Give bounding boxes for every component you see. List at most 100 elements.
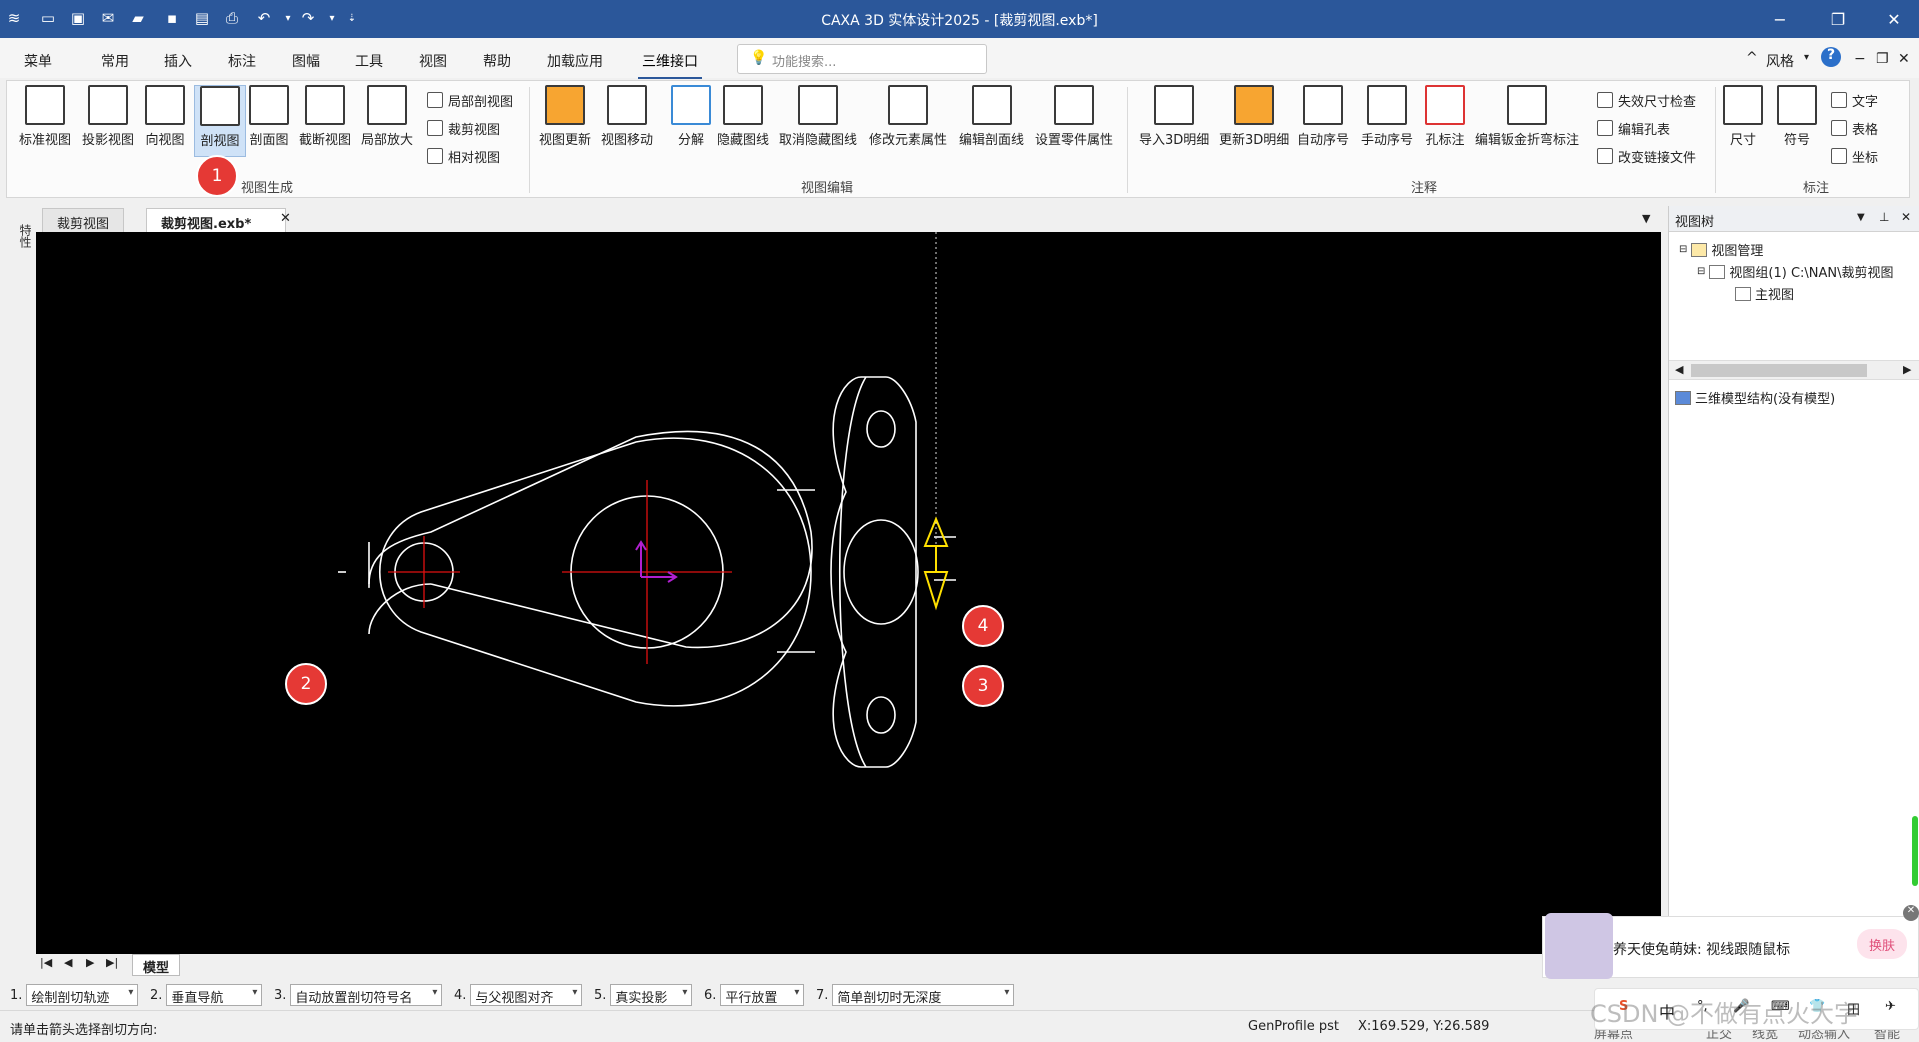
menu-item-common[interactable]: 常用 (101, 51, 129, 71)
collapse-ribbon-icon[interactable]: ^ (1746, 50, 1758, 66)
menu-item-view[interactable]: 视图 (419, 51, 447, 71)
scroll-left-icon[interactable]: ◀ (1675, 363, 1683, 376)
edit-hatch-button[interactable]: 编辑剖面线 (959, 85, 1024, 157)
tree-horizontal-scrollbar[interactable]: ◀ ▶ (1669, 360, 1919, 380)
detail-view-button[interactable]: 局部放大 (361, 85, 413, 157)
menu-item-help[interactable]: 帮助 (483, 51, 511, 71)
direction-view-button[interactable]: 向视图 (145, 85, 185, 157)
tab-crop-view[interactable]: 裁剪视图 (42, 208, 125, 232)
option-4[interactable]: 4. 与父视图对齐 (454, 984, 583, 1006)
coordinate-button[interactable]: 坐标 (1831, 145, 1878, 167)
doc-minimize-button[interactable]: − (1854, 51, 1866, 67)
relative-view-button[interactable]: 相对视图 (427, 145, 500, 167)
crop-view-button[interactable]: 裁剪视图 (427, 117, 500, 139)
hole-annotation-button[interactable]: 孔标注 (1425, 85, 1465, 157)
section-view-button[interactable]: 剖视图 (194, 85, 246, 157)
menu-item-3d-interface[interactable]: 三维接口 (638, 51, 702, 79)
maximize-button[interactable]: ❐ (1820, 6, 1856, 32)
option-1[interactable]: 1. 绘制剖切轨迹 (10, 984, 139, 1006)
relative-view-icon (427, 148, 443, 164)
import-3d-bom-button[interactable]: 导入3D明细 (1139, 85, 1209, 157)
hide-lines-button[interactable]: 隐藏图线 (717, 85, 769, 157)
properties-side-tab[interactable]: 特性 (8, 206, 34, 266)
feature-search-input[interactable]: 💡 功能搜索... (737, 44, 987, 74)
menu-item-sheet[interactable]: 图幅 (292, 51, 320, 71)
option-symbol-name-select[interactable]: 自动放置剖切符号名 (290, 984, 443, 1006)
option-projection-select[interactable]: 真实投影 (610, 984, 693, 1006)
tree-node-main-view[interactable]: 主视图 (1735, 284, 1794, 303)
explode-button[interactable]: 分解 (671, 85, 711, 157)
partial-section-view-button[interactable]: 局部剖视图 (427, 89, 513, 111)
tab-close-icon[interactable]: ✕ (280, 211, 291, 226)
tree-node-view-manager[interactable]: ⊟ 视图管理 (1679, 240, 1763, 259)
help-icon[interactable]: ? (1821, 47, 1841, 67)
close-button[interactable]: ✕ (1876, 6, 1912, 32)
next-layout-icon[interactable]: ▶ (86, 956, 94, 969)
menu-item-tools[interactable]: 工具 (355, 51, 383, 71)
projection-view-button[interactable]: 投影视图 (82, 85, 134, 157)
option-7[interactable]: 7. 简单剖切时无深度 (816, 984, 1015, 1006)
broken-view-button[interactable]: 截断视图 (299, 85, 351, 157)
option-2[interactable]: 2. 垂直导航 (150, 984, 263, 1006)
tab-list-dropdown-icon[interactable]: ▼ (1642, 212, 1650, 225)
option-navigation-select[interactable]: 垂直导航 (166, 984, 263, 1006)
doc-close-button[interactable]: ✕ (1898, 51, 1910, 67)
popup-close-icon[interactable]: ✕ (1903, 905, 1919, 921)
menu-item-insert[interactable]: 插入 (164, 51, 192, 71)
manual-balloon-button[interactable]: 手动序号 (1361, 85, 1413, 157)
hole-table-icon (1597, 120, 1613, 136)
change-link-file-button[interactable]: 改变链接文件 (1597, 145, 1696, 167)
style-menu[interactable]: 风格 (1766, 51, 1794, 71)
send-icon[interactable]: ✈ (1885, 999, 1896, 1014)
last-layout-icon[interactable]: ▶| (106, 956, 118, 969)
option-6[interactable]: 6. 平行放置 (704, 984, 805, 1006)
first-layout-icon[interactable]: |◀ (40, 956, 52, 969)
pin-icon[interactable]: ⊥ (1879, 210, 1889, 224)
text-button[interactable]: 文字 (1831, 89, 1878, 111)
group-label-view-edit: 视图编辑 (801, 181, 854, 196)
sheet-bend-note-button[interactable]: 编辑钣金折弯标注 (1475, 85, 1579, 157)
view-move-button[interactable]: 视图移动 (601, 85, 653, 157)
tab-model[interactable]: 模型 (132, 954, 181, 976)
standard-view-button[interactable]: 标准视图 (19, 85, 71, 157)
style-dropdown-icon[interactable]: ▾ (1804, 52, 1809, 63)
doc-restore-button[interactable]: ❐ (1876, 51, 1889, 67)
option-5[interactable]: 5. 真实投影 (594, 984, 693, 1006)
invalid-dim-check-button[interactable]: 失效尺寸检查 (1597, 89, 1696, 111)
menu-item-main[interactable]: 菜单 (24, 51, 52, 71)
modify-properties-button[interactable]: 修改元素属性 (869, 85, 947, 157)
auto-balloon-button[interactable]: 自动序号 (1297, 85, 1349, 157)
panel-dropdown-icon[interactable]: ▼ (1857, 212, 1865, 223)
scroll-thumb[interactable] (1691, 364, 1867, 377)
menu-item-addins[interactable]: 加载应用 (547, 51, 603, 71)
update-3d-bom-button[interactable]: 更新3D明细 (1219, 85, 1289, 157)
tree-node-3d-model-structure[interactable]: 三维模型结构(没有模型) (1675, 388, 1835, 407)
cross-section-button[interactable]: 剖面图 (249, 85, 289, 157)
part-properties-button[interactable]: 设置零件属性 (1035, 85, 1113, 157)
tree-node-view-group[interactable]: ⊟ 视图组(1) C:\NAN\裁剪视图 (1697, 262, 1894, 281)
unhide-lines-button[interactable]: 取消隐藏图线 (779, 85, 857, 157)
option-cut-path-select[interactable]: 绘制剖切轨迹 (26, 984, 139, 1006)
option-depth-select[interactable]: 简单剖切时无深度 (832, 984, 1015, 1006)
drawing-canvas[interactable] (36, 232, 1661, 954)
change-skin-button[interactable]: 换肤 (1857, 929, 1907, 959)
scroll-right-icon[interactable]: ▶ (1903, 363, 1911, 376)
menu-item-annotate[interactable]: 标注 (228, 51, 256, 71)
minimize-button[interactable]: − (1762, 6, 1798, 32)
dimension-button[interactable]: 尺寸 (1723, 85, 1763, 157)
title-bar: ≋ ▭ ▣ ✉ ▰ ▪ ▤ ⎙ ↶ ▾ ↷ ▾ ⇣ CAXA 3D 实体设计20… (0, 0, 1919, 38)
down-direction-arrow[interactable] (923, 571, 949, 611)
group-label-view-gen: 视图生成 (241, 181, 294, 196)
option-align-select[interactable]: 与父视图对齐 (470, 984, 583, 1006)
option-3[interactable]: 3. 自动放置剖切符号名 (274, 984, 443, 1006)
panel-close-icon[interactable]: ✕ (1901, 210, 1911, 224)
view-move-icon (607, 85, 647, 125)
prev-layout-icon[interactable]: ◀ (64, 956, 72, 969)
edit-hole-table-button[interactable]: 编辑孔表 (1597, 117, 1670, 139)
table-button[interactable]: 表格 (1831, 117, 1878, 139)
view-update-button[interactable]: 视图更新 (539, 85, 591, 157)
symbol-button[interactable]: 符号 (1777, 85, 1817, 157)
search-placeholder: 功能搜索... (772, 55, 837, 70)
tab-crop-view-exb[interactable]: 裁剪视图.exb* (146, 208, 287, 232)
option-placement-select[interactable]: 平行放置 (720, 984, 805, 1006)
